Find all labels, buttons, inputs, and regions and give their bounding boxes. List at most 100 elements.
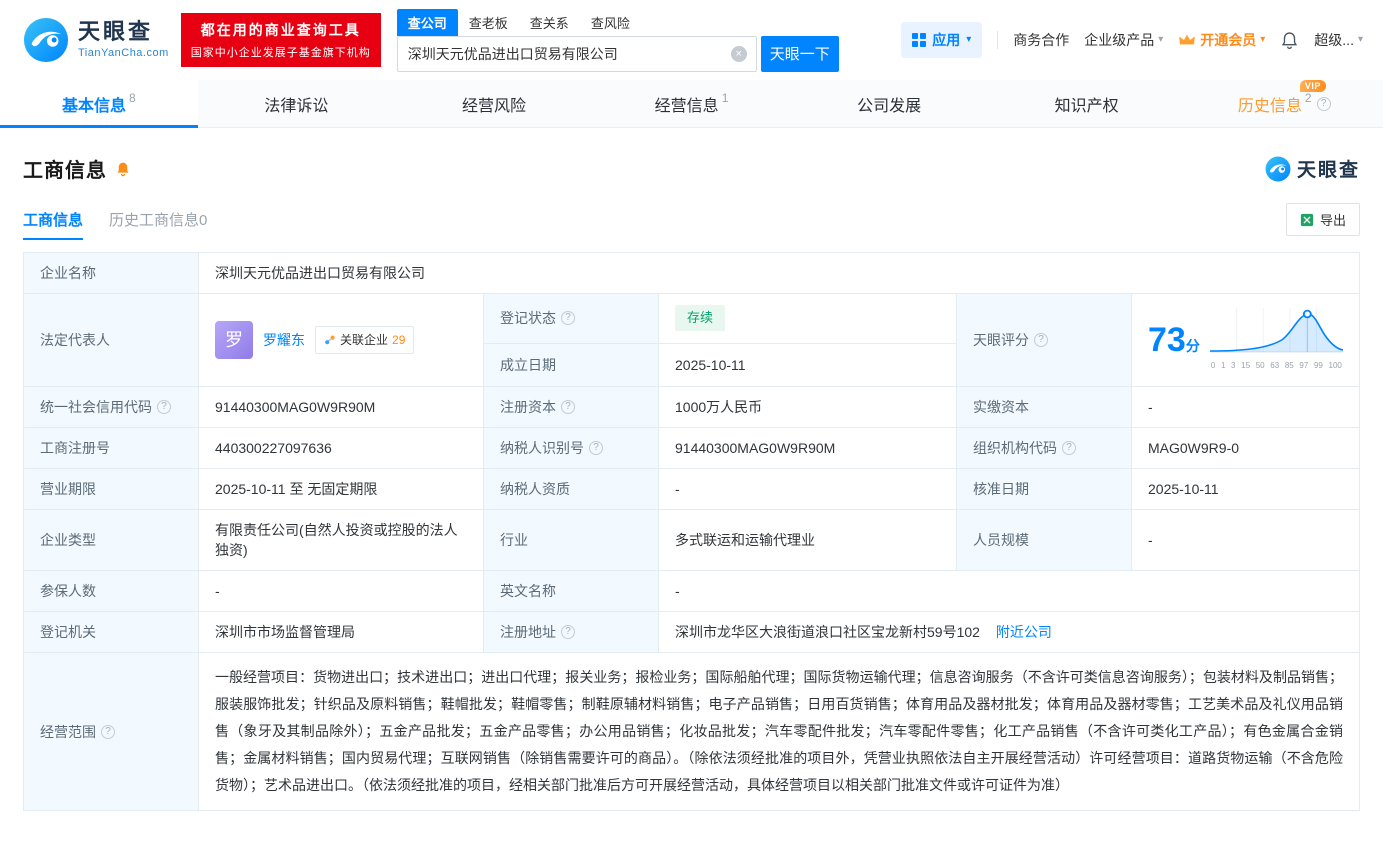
tab-operation-info[interactable]: 经营信息 1 [593, 80, 791, 127]
subtab-business-info[interactable]: 工商信息 [23, 209, 83, 240]
watermark-text: 天眼查 [1297, 155, 1360, 182]
field-value-scope: 一般经营项目：货物进出口；技术进出口；进出口代理；报关业务；报检业务；国际船舶代… [199, 653, 1360, 811]
field-label-staff-scale: 人员规模 [957, 510, 1132, 571]
clear-icon[interactable] [731, 46, 747, 62]
apps-menu[interactable]: 应用 [901, 22, 982, 58]
table-row: 营业期限 2025-10-11 至 无固定期限 纳税人资质 - 核准日期 202… [24, 469, 1360, 510]
search-input[interactable] [397, 36, 757, 72]
field-value-paid-capital: - [1132, 387, 1360, 428]
table-row: 法定代表人 罗 罗耀东 关联企业 29 [24, 294, 1360, 344]
field-label-score: 天眼评分 [957, 294, 1132, 387]
question-icon[interactable] [101, 725, 115, 739]
question-icon[interactable] [561, 625, 575, 639]
field-value-address: 深圳市龙华区大浪街道浪口社区宝龙新村59号102 附近公司 [659, 612, 1360, 653]
divider [997, 31, 998, 49]
field-label-reg-no: 工商注册号 [24, 428, 199, 469]
field-value-industry: 多式联运和运输代理业 [659, 510, 957, 571]
question-icon[interactable] [1034, 333, 1048, 347]
company-section-tabs: 基本信息 8 法律诉讼 经营风险 经营信息 1 公司发展 知识产权 历史信息 V… [0, 80, 1383, 128]
score-value: 73 [1148, 321, 1186, 359]
tab-legal-litigation[interactable]: 法律诉讼 [198, 80, 396, 127]
question-icon[interactable] [561, 311, 575, 325]
nearby-companies-link[interactable]: 附近公司 [996, 624, 1052, 640]
menu-enterprise-products[interactable]: 企业级产品 [1084, 30, 1163, 50]
tianyancha-logo-icon [23, 17, 69, 63]
search-tab-company[interactable]: 查公司 [397, 9, 458, 36]
monitor-bell-icon[interactable] [115, 161, 131, 177]
field-label-taxpayer-quality: 纳税人资质 [484, 469, 659, 510]
top-bar: 天眼查 TianYanCha.com 都在用的商业查询工具 国家中小企业发展子基… [0, 0, 1383, 80]
caret-down-icon [1358, 35, 1363, 45]
tab-history-info[interactable]: 历史信息 VIP 2 [1185, 80, 1383, 127]
legal-rep-avatar[interactable]: 罗 [215, 321, 253, 359]
menu-cooperation[interactable]: 商务合作 [1013, 30, 1069, 50]
promo-line-2: 国家中小企业发展子基金旗下机构 [191, 44, 371, 60]
caret-down-icon [1260, 35, 1265, 45]
table-row: 企业类型 有限责任公司(自然人投资或控股的法人独资) 行业 多式联运和运输代理业… [24, 510, 1360, 571]
account-label: 超级... [1314, 30, 1354, 50]
field-value-reg-no: 440300227097636 [199, 428, 484, 469]
field-value-establish-date: 2025-10-11 [659, 343, 957, 386]
field-value-score: 73分 [1132, 294, 1360, 387]
field-value-reg-status: 存续 [659, 294, 957, 344]
table-row: 统一社会信用代码 91440300MAG0W9R90M 注册资本 1000万人民… [24, 387, 1360, 428]
tab-count: 8 [129, 91, 136, 105]
brand-logo[interactable]: 天眼查 TianYanCha.com [23, 17, 169, 63]
question-icon[interactable] [589, 441, 603, 455]
vip-badge: VIP [1300, 80, 1326, 92]
tab-operation-risk[interactable]: 经营风险 [395, 80, 593, 127]
field-label-reg-status: 登记状态 [484, 294, 659, 344]
field-value-legal-rep: 罗 罗耀东 关联企业 29 [199, 294, 484, 387]
score-unit: 分 [1186, 338, 1200, 354]
question-icon[interactable] [1317, 97, 1331, 111]
search-tab-relation[interactable]: 查关系 [519, 9, 580, 36]
score-distribution-chart: 013155063859799100 [1210, 304, 1343, 376]
field-value-term: 2025-10-11 至 无固定期限 [199, 469, 484, 510]
menu-open-vip[interactable]: 开通会员 [1178, 30, 1265, 50]
account-menu[interactable]: 超级... [1314, 30, 1363, 50]
notification-bell-icon[interactable] [1280, 31, 1299, 50]
table-row: 企业名称 深圳天元优品进出口贸易有限公司 [24, 253, 1360, 294]
search-tab-boss[interactable]: 查老板 [458, 9, 519, 36]
search-tab-risk[interactable]: 查风险 [580, 9, 641, 36]
field-label-english-name: 英文名称 [484, 571, 659, 612]
field-label-org-code: 组织机构代码 [957, 428, 1132, 469]
field-value-insured-num: - [199, 571, 484, 612]
export-button[interactable]: 导出 [1286, 203, 1360, 236]
field-value-reg-capital: 1000万人民币 [659, 387, 957, 428]
field-label-establish-date: 成立日期 [484, 343, 659, 386]
tab-intellectual-property[interactable]: 知识产权 [988, 80, 1186, 127]
question-icon[interactable] [1062, 441, 1076, 455]
field-label-company-type: 企业类型 [24, 510, 199, 571]
field-label-term: 营业期限 [24, 469, 199, 510]
status-badge: 存续 [675, 305, 725, 331]
related-companies-tag[interactable]: 关联企业 29 [315, 326, 414, 354]
field-label-legal-rep: 法定代表人 [24, 294, 199, 387]
table-row: 登记机关 深圳市市场监督管理局 注册地址 深圳市龙华区大浪街道浪口社区宝龙新村5… [24, 612, 1360, 653]
relation-graph-icon [324, 334, 336, 346]
legal-rep-link[interactable]: 罗耀东 [263, 330, 305, 350]
field-value-org-code: MAG0W9R9-0 [1132, 428, 1360, 469]
subtab-history-business-info[interactable]: 历史工商信息0 [109, 209, 207, 240]
field-label-reg-capital: 注册资本 [484, 387, 659, 428]
field-value-taxpayer-quality: - [659, 469, 957, 510]
tab-count: 1 [722, 91, 729, 105]
table-row: 参保人数 - 英文名称 - [24, 571, 1360, 612]
field-label-approve-date: 核准日期 [957, 469, 1132, 510]
excel-icon [1300, 213, 1314, 227]
tianyancha-logo-icon [1265, 156, 1291, 182]
business-info-table: 企业名称 深圳天元优品进出口贸易有限公司 法定代表人 罗 罗耀东 [23, 252, 1360, 811]
apps-label: 应用 [932, 30, 960, 50]
tab-company-development[interactable]: 公司发展 [790, 80, 988, 127]
field-value-credit-code: 91440300MAG0W9R90M [199, 387, 484, 428]
search-button[interactable]: 天眼一下 [761, 36, 839, 72]
question-icon[interactable] [157, 400, 171, 414]
tab-count: 2 [1305, 91, 1312, 105]
field-value-reg-org: 深圳市市场监督管理局 [199, 612, 484, 653]
tab-basic-info[interactable]: 基本信息 8 [0, 80, 198, 127]
field-label-company-name: 企业名称 [24, 253, 199, 294]
field-value-approve-date: 2025-10-11 [1132, 469, 1360, 510]
field-label-credit-code: 统一社会信用代码 [24, 387, 199, 428]
question-icon[interactable] [561, 400, 575, 414]
watermark-logo: 天眼查 [1265, 155, 1360, 182]
